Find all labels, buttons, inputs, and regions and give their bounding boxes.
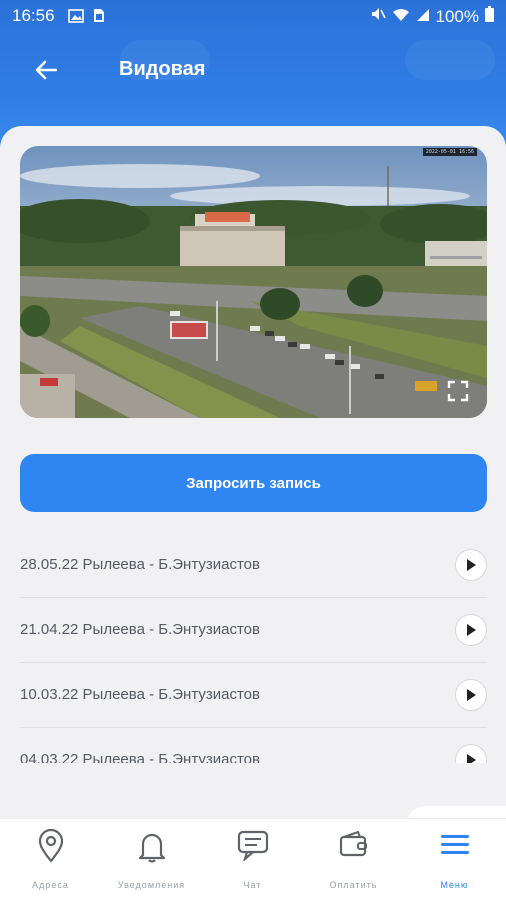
nav-item-menu[interactable]: Меню [404,819,505,901]
nav-item-pay[interactable]: Оплатить [303,819,404,901]
nav-item-chat[interactable]: Чат [202,819,303,901]
nav-label: Адреса [32,880,69,890]
list-item[interactable]: 28.05.22 Рылеева - Б.Энтузиастов [20,533,487,598]
nav-item-addresses[interactable]: Адреса [0,819,101,901]
status-right: 100% [370,6,494,27]
play-button[interactable] [455,549,487,581]
play-button[interactable] [455,614,487,646]
play-icon [467,689,476,701]
list-item[interactable]: 04.03.22 Рылеева - Б.Энтузиастов [20,728,487,763]
back-button[interactable] [30,54,62,86]
camera-image [20,146,487,418]
request-recording-button[interactable]: Запросить запись [20,454,487,512]
app-header: Видовая [0,32,506,112]
mute-icon [370,6,386,27]
bell-icon [138,829,166,868]
nav-label: Оплатить [329,880,378,890]
play-icon [467,559,476,571]
recording-label: 28.05.22 Рылеева - Б.Энтузиастов [20,556,260,573]
image-notification-icon [68,8,84,28]
nav-label: Уведомления [117,880,186,890]
fullscreen-button[interactable] [447,380,469,402]
wallet-icon [338,829,370,866]
status-time: 16:56 [12,6,55,25]
sim-card-icon [93,8,105,28]
wifi-icon [392,7,410,27]
chat-icon [237,829,269,866]
nav-label: Чат [243,880,262,890]
list-item[interactable]: 21.04.22 Рылеева - Б.Энтузиастов [20,598,487,663]
list-item[interactable]: 10.03.22 Рылеева - Б.Энтузиастов [20,663,487,728]
play-icon [467,624,476,636]
camera-stream[interactable]: 2022-05-01 16:56 [20,146,487,418]
play-button[interactable] [455,744,487,763]
battery-icon [485,6,494,27]
recordings-list: 28.05.22 Рылеева - Б.Энтузиастов 21.04.2… [0,533,506,763]
bottom-navigation: Адреса Уведомления Чат Оплатить Меню [0,818,506,901]
recording-label: 04.03.22 Рылеева - Б.Энтузиастов [20,751,260,763]
signal-icon [416,7,430,27]
menu-icon [439,829,471,864]
page-title: Видовая [119,58,206,80]
recording-label: 10.03.22 Рылеева - Б.Энтузиастов [20,686,260,703]
play-button[interactable] [455,679,487,711]
arrow-left-icon [35,60,57,80]
location-pin-icon [37,828,65,868]
nav-item-notifications[interactable]: Уведомления [101,819,202,901]
camera-timestamp: 2022-05-01 16:56 [422,148,477,156]
nav-label: Меню [440,880,469,890]
battery-percent: 100% [435,6,479,26]
fullscreen-icon [447,380,469,402]
recording-label: 21.04.22 Рылеева - Б.Энтузиастов [20,621,260,638]
play-icon [467,754,476,763]
status-bar: 16:56 100% [0,0,506,32]
